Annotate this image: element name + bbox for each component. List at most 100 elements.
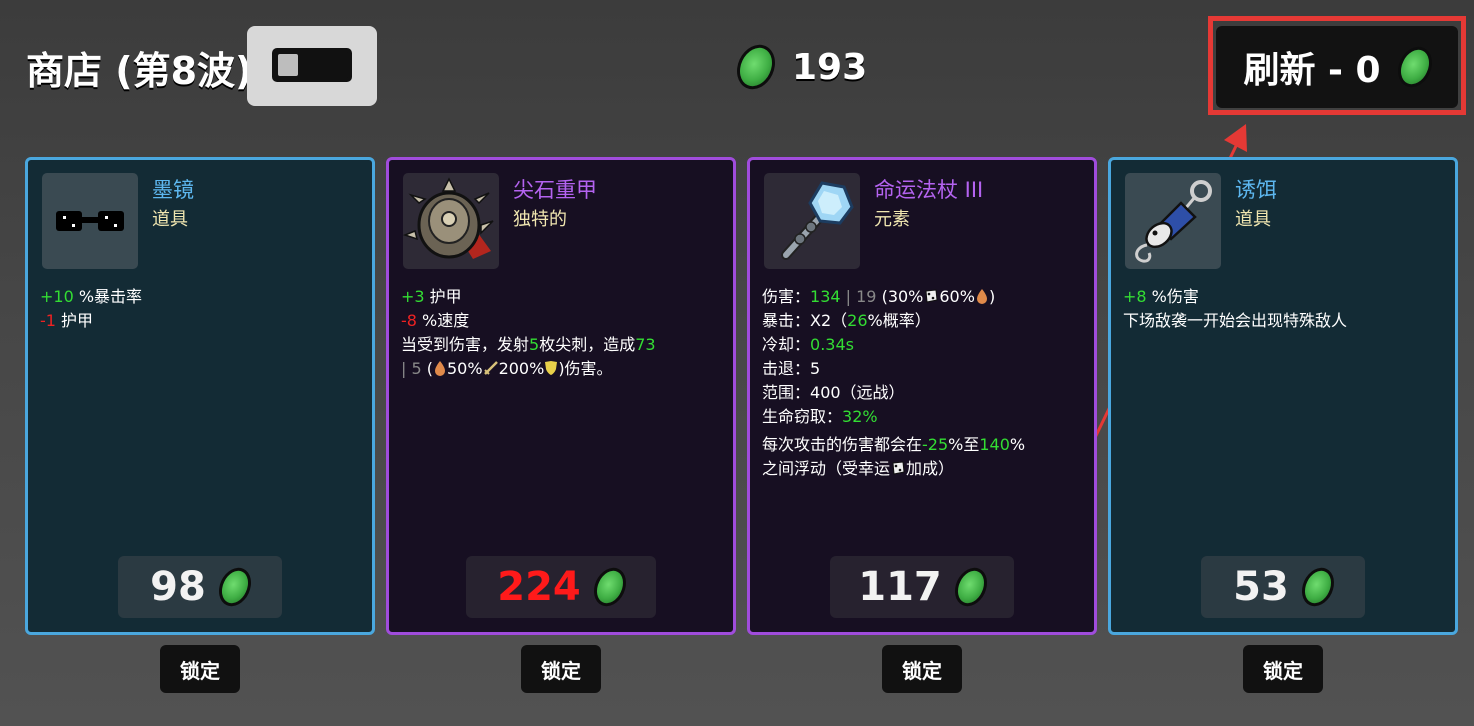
- stat-text: %速度: [416, 311, 470, 330]
- range-line: 范围：400（远战）: [762, 381, 1084, 405]
- engineering-icon: [435, 361, 445, 376]
- elemental-damage-icon: [925, 289, 938, 303]
- stat-value: 400（远战）: [810, 383, 905, 402]
- price-value: 117: [858, 564, 942, 610]
- effect-line: | 5 (50% 200% )伤害。: [401, 357, 723, 381]
- base-value: 19: [856, 287, 877, 306]
- stat-value: -8: [401, 311, 417, 330]
- stat-value: -1: [40, 311, 56, 330]
- effect-line: 每次攻击的伤害都会在-25%至140%: [762, 433, 1084, 457]
- stat-text: (30%: [876, 287, 924, 306]
- sunglasses-icon: [42, 173, 138, 269]
- price-value: 98: [150, 564, 206, 610]
- effect-text: 当受到伤害，发射: [401, 335, 530, 354]
- stat-line: -8 %速度: [401, 309, 723, 333]
- effect-value: 5: [529, 335, 540, 354]
- effect-text: )伤害。: [558, 359, 613, 378]
- luck-icon: [892, 461, 905, 475]
- cooldown-line: 冷却：0.34s: [762, 333, 1084, 357]
- lifesteal-line: 生命窃取：32%: [762, 405, 1084, 429]
- material-coin-icon: [212, 562, 257, 612]
- stat-value: 32%: [842, 407, 878, 426]
- engineering-icon: [976, 289, 987, 304]
- lock-button[interactable]: 锁定: [882, 645, 962, 693]
- stat-text: 60%: [939, 287, 975, 306]
- effect-value: -25: [922, 435, 949, 454]
- stat-label: 击退：: [762, 359, 811, 378]
- stat-value: +8: [1123, 287, 1147, 306]
- shop-card-bait[interactable]: 诱饵 道具 +8 %伤害 下场敌袭一开始会出现特殊敌人 53: [1108, 157, 1458, 635]
- lock-button[interactable]: 锁定: [1243, 645, 1323, 693]
- item-stats: +3 护甲 -8 %速度 当受到伤害，发射5枚尖刺，造成73 | 5 (50% 2…: [401, 285, 723, 381]
- toggle-knob: [278, 54, 298, 76]
- armor-icon: [545, 361, 558, 375]
- currency-amount: 193: [792, 46, 868, 88]
- stat-value: +3: [401, 287, 425, 306]
- spiked-armor-icon: [403, 173, 499, 269]
- stat-value: 134: [810, 287, 841, 306]
- separator: |: [401, 359, 412, 378]
- stat-label: 生命窃取：: [762, 407, 843, 426]
- separator: |: [840, 287, 857, 306]
- effect-text: 每次攻击的伤害都会在: [762, 435, 923, 454]
- stat-text: 护甲: [55, 311, 94, 330]
- stat-text: ): [988, 287, 996, 306]
- description-line: 下场敌袭一开始会出现特殊敌人: [1123, 311, 1348, 330]
- material-coin-icon: [1295, 562, 1340, 612]
- stat-line: +8 %伤害: [1123, 285, 1445, 309]
- knockback-line: 击退：5: [762, 357, 1084, 381]
- material-coin-icon: [729, 38, 783, 96]
- base-value: 5: [411, 359, 422, 378]
- material-coin-icon: [948, 562, 993, 612]
- stat-label: 范围：: [762, 383, 811, 402]
- effect-value: 140: [979, 435, 1010, 454]
- item-name: 命运法杖 III: [874, 178, 984, 202]
- stat-value: 0.34s: [810, 335, 854, 354]
- stats-toggle-button[interactable]: [247, 26, 377, 106]
- stat-text: %暴击率: [73, 287, 143, 306]
- stat-line: +3 护甲: [401, 285, 723, 309]
- stat-line: +10 %暴击率: [40, 285, 362, 309]
- stat-text: 护甲: [424, 287, 462, 306]
- price-tag: 224: [466, 556, 656, 618]
- stat-value: X2: [810, 311, 832, 330]
- price-value: 53: [1233, 564, 1289, 610]
- bait-icon: [1125, 173, 1221, 269]
- effect-line: 当受到伤害，发射5枚尖刺，造成73: [401, 333, 723, 357]
- stat-text: %伤害: [1146, 287, 1199, 306]
- stat-value: 5: [810, 359, 821, 378]
- effect-text: 枚尖刺，造成: [539, 335, 636, 354]
- shop-card-fate-staff[interactable]: 命运法杖 III 元素 伤害：134 | 19 (30% 60%) 暴击：X2（2…: [747, 157, 1097, 635]
- crit-line: 暴击：X2（26%概率）: [762, 309, 1084, 333]
- shop-card-sunglasses[interactable]: 墨镜 道具 +10 %暴击率 -1 护甲 98: [25, 157, 375, 635]
- item-type: 元素: [874, 209, 910, 230]
- effect-text: 之间浮动（受幸运: [762, 459, 891, 478]
- item-name: 诱饵: [1235, 178, 1277, 202]
- refresh-highlight-box: [1208, 16, 1466, 115]
- stat-label: 暴击：: [762, 311, 811, 330]
- effect-text: 50%: [447, 359, 483, 378]
- item-type: 独特的: [513, 209, 567, 230]
- effect-text: %至: [948, 435, 980, 454]
- price-tag: 98: [118, 556, 282, 618]
- stat-label: 伤害：: [762, 287, 811, 306]
- stat-label: 冷却：: [762, 335, 811, 354]
- effect-text: 200%: [498, 359, 545, 378]
- lock-button[interactable]: 锁定: [521, 645, 601, 693]
- toggle-icon: [272, 48, 352, 82]
- shop-card-spiked-armor[interactable]: 尖石重甲 独特的 +3 护甲 -8 %速度 当受到伤害，发射5枚尖刺，造成73 …: [386, 157, 736, 635]
- price-tag: 117: [830, 556, 1014, 618]
- melee-damage-icon: [483, 361, 498, 375]
- material-coin-icon: [587, 562, 632, 612]
- item-name: 墨镜: [152, 178, 194, 202]
- crystal-staff-icon: [764, 173, 860, 269]
- effect-text: 加成）: [906, 459, 955, 478]
- lock-button[interactable]: 锁定: [160, 645, 240, 693]
- item-stats: +8 %伤害 下场敌袭一开始会出现特殊敌人: [1123, 285, 1445, 333]
- shop-title: 商店 (第8波): [26, 49, 253, 93]
- stat-line: -1 护甲: [40, 309, 362, 333]
- currency-display: 193: [729, 38, 868, 96]
- price-value: 224: [497, 564, 581, 610]
- damage-line: 伤害：134 | 19 (30% 60%): [762, 285, 1084, 309]
- effect-text: (: [421, 359, 433, 378]
